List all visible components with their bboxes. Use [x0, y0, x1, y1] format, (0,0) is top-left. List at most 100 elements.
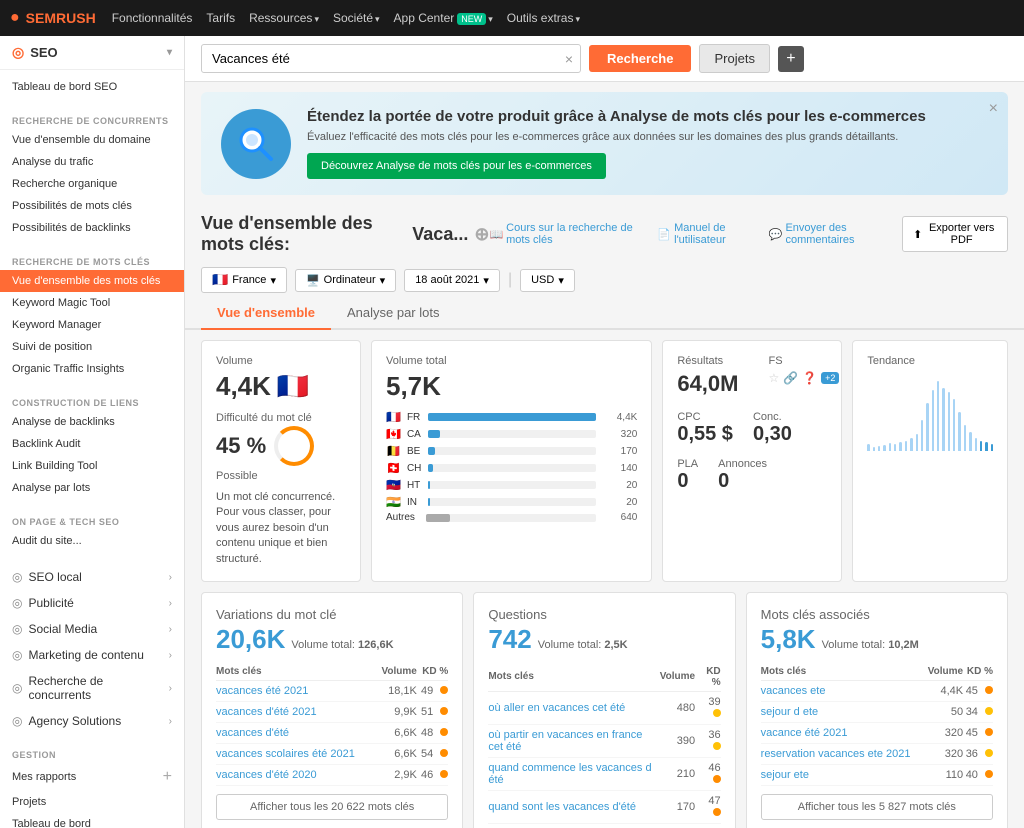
nav-tarifs[interactable]: Tarifs — [206, 11, 235, 25]
sidebar-item-backlinks[interactable]: Analyse de backlinks — [0, 411, 184, 433]
sidebar-gestion-section: GESTION Mes rapports + Projets Tableau d… — [0, 740, 184, 828]
sidebar-item-position-tracking[interactable]: Suivi de position — [0, 336, 184, 358]
filters-bar: 🇫🇷 France ▾ 🖥️ Ordinateur ▾ 18 août 2021… — [185, 263, 1024, 297]
keyword-link[interactable]: vacances d'été 2020 — [216, 769, 317, 781]
nav-app-center[interactable]: App CenterNEW▾ — [394, 11, 493, 25]
associated-count: 5,8K — [761, 624, 816, 655]
publicite-chevron-icon: › — [169, 598, 172, 609]
sidebar-item-publicite[interactable]: ◎ Publicité › — [0, 590, 184, 616]
bar-row-autres: Autres 640 — [386, 512, 637, 523]
keyword-link[interactable]: sejour ete — [761, 769, 809, 781]
date-filter[interactable]: 18 août 2021 ▾ — [404, 269, 500, 292]
show-all-variations-button[interactable]: Afficher tous les 20 622 mots clés — [216, 794, 448, 820]
kd-dot-icon — [440, 686, 448, 694]
keyword-link[interactable]: vacances d'été — [216, 727, 289, 739]
nav-fonctionnalites[interactable]: Fonctionnalités — [112, 11, 193, 25]
associated-col-volume: Volume — [924, 663, 963, 681]
volume-total-value: 5,7K — [386, 371, 637, 402]
tab-vue-ensemble[interactable]: Vue d'ensemble — [201, 297, 331, 330]
keyword-kd: 36 — [963, 743, 993, 764]
ch-bar-fill — [428, 464, 433, 472]
fr-flag-icon: 🇫🇷 — [386, 410, 401, 424]
sidebar-item-domain-overview[interactable]: Vue d'ensemble du domaine — [0, 129, 184, 151]
search-clear-icon[interactable]: × — [565, 51, 573, 67]
currency-filter[interactable]: USD ▾ — [520, 269, 575, 292]
marketing-chevron-icon: › — [169, 650, 172, 661]
sidebar-item-tableau-bord[interactable]: Tableau de bord — [0, 813, 184, 828]
sidebar-item-organic-traffic[interactable]: Organic Traffic Insights — [0, 358, 184, 380]
trend-bar-1 — [873, 447, 875, 451]
keyword-link[interactable]: où aller en vacances cet été — [488, 702, 625, 714]
seo-header[interactable]: ◎ SEO ▾ — [0, 36, 184, 70]
course-link[interactable]: 📖 Cours sur la recherche de mots clés — [489, 222, 645, 246]
keyword-kd: 48 — [417, 722, 448, 743]
be-bar-bg — [428, 447, 596, 455]
add-project-button[interactable]: + — [778, 46, 804, 72]
sidebar-item-site-audit[interactable]: Audit du site... — [0, 530, 184, 552]
manual-link[interactable]: 📄 Manuel de l'utilisateur — [657, 222, 756, 246]
show-all-associated-button[interactable]: Afficher tous les 5 827 mots clés — [761, 794, 993, 820]
keyword-link[interactable]: reservation vacances ete 2021 — [761, 748, 911, 760]
kd-dot-icon — [985, 728, 993, 736]
page-title-add-icon[interactable]: ⊕ — [474, 224, 489, 245]
logo[interactable]: ● SEMRUSH — [10, 9, 96, 27]
sidebar-item-keyword-magic[interactable]: Keyword Magic Tool — [0, 292, 184, 314]
conc-value: 0,30 — [753, 423, 792, 446]
nav-societe[interactable]: Société▾ — [333, 11, 380, 25]
sidebar-item-social-media[interactable]: ◎ Social Media › — [0, 616, 184, 642]
tab-analyse-lots[interactable]: Analyse par lots — [331, 297, 456, 330]
keyword-volume: 320 — [924, 743, 963, 764]
table-row: où partir en vacances en france cet été … — [488, 724, 720, 757]
be-flag-icon: 🇧🇪 — [386, 444, 401, 458]
sidebar-item-projets[interactable]: Projets — [0, 791, 184, 813]
variations-count-row: 20,6K Volume total: 126,6K — [216, 624, 448, 655]
sidebar-item-traffic-analysis[interactable]: Analyse du trafic — [0, 151, 184, 173]
keyword-link[interactable]: quand sont les vacances d'été — [488, 801, 636, 813]
sidebar-item-dashboard[interactable]: Tableau de bord SEO — [0, 76, 184, 98]
keyword-link[interactable]: vacances scolaires été 2021 — [216, 748, 355, 760]
sidebar-item-link-building[interactable]: Link Building Tool — [0, 455, 184, 477]
keyword-link[interactable]: vacances ete — [761, 685, 826, 697]
keyword-link[interactable]: sejour d ete — [761, 706, 818, 718]
device-filter[interactable]: 🖥️ Ordinateur ▾ — [295, 269, 396, 292]
volume-value: 4,4K 🇫🇷 — [216, 371, 346, 402]
sidebar-item-agency[interactable]: ◎ Agency Solutions › — [0, 708, 184, 734]
keyword-link[interactable]: vacance été 2021 — [761, 727, 848, 739]
search-input[interactable] — [201, 44, 581, 73]
country-filter[interactable]: 🇫🇷 France ▾ — [201, 267, 287, 293]
keyword-link[interactable]: vacances été 2021 — [216, 685, 308, 697]
feedback-link[interactable]: 💬 Envoyer des commentaires — [769, 222, 890, 246]
kd-dot-icon — [440, 728, 448, 736]
sidebar-item-analyse-lots[interactable]: Analyse par lots — [0, 477, 184, 499]
sidebar-item-marketing-contenu[interactable]: ◎ Marketing de contenu › — [0, 642, 184, 668]
ch-bar-value: 140 — [602, 463, 637, 474]
sidebar-item-mes-rapports[interactable]: Mes rapports + — [0, 763, 184, 791]
sidebar-item-recherche-concurrents[interactable]: ◎ Recherche de concurrents › — [0, 668, 184, 708]
sidebar-item-keyword-possibilities[interactable]: Possibilités de mots clés — [0, 195, 184, 217]
sidebar-item-backlink-audit[interactable]: Backlink Audit — [0, 433, 184, 455]
export-pdf-button[interactable]: ⬆ Exporter vers PDF — [902, 216, 1008, 252]
projects-button[interactable]: Projets — [699, 44, 769, 73]
sidebar-item-keyword-manager[interactable]: Keyword Manager — [0, 314, 184, 336]
sidebar-item-seo-local[interactable]: ◎ SEO local › — [0, 564, 184, 590]
sidebar-item-keyword-overview[interactable]: Vue d'ensemble des mots clés — [0, 270, 184, 292]
keyword-kd: 51 — [417, 701, 448, 722]
banner-cta-button[interactable]: Découvrez Analyse de mots clés pour les … — [307, 153, 606, 179]
keyword-volume: 6,6K — [376, 722, 417, 743]
nav-ressources[interactable]: Ressources▾ — [249, 11, 319, 25]
filter-divider: | — [508, 271, 512, 289]
keyword-kd: 36 — [695, 724, 721, 757]
keyword-link[interactable]: vacances d'été 2021 — [216, 706, 317, 718]
keyword-link[interactable]: quand commence les vacances d été — [488, 762, 651, 786]
kd-dot-icon — [440, 770, 448, 778]
search-button[interactable]: Recherche — [589, 45, 691, 72]
sidebar-item-organic-research[interactable]: Recherche organique — [0, 173, 184, 195]
keyword-link[interactable]: où partir en vacances en france cet été — [488, 729, 642, 753]
nav-outils-extras[interactable]: Outils extras▾ — [507, 11, 580, 25]
sidebar-item-backlink-possibilities[interactable]: Possibilités de backlinks — [0, 217, 184, 239]
trend-bar-20 — [975, 438, 977, 451]
ca-bar-bg — [428, 430, 596, 438]
cpc-conc-row: CPC 0,55 $ Conc. 0,30 — [677, 409, 827, 446]
trend-card: Tendance — [852, 340, 1008, 582]
banner-close-icon[interactable]: × — [989, 100, 998, 118]
